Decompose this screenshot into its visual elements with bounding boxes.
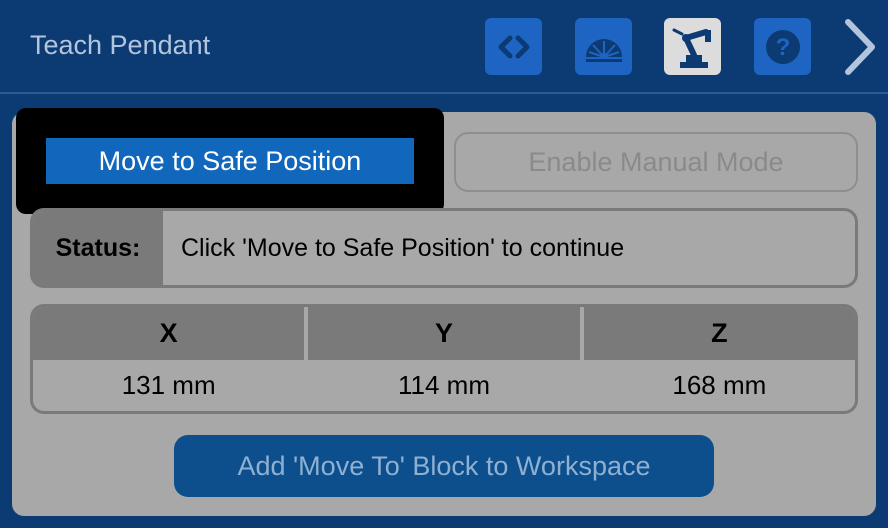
move-to-safe-position-button[interactable]: Move to Safe Position xyxy=(46,138,414,184)
coord-value: 131 mm xyxy=(121,370,216,400)
enable-manual-mode-button[interactable]: Enable Manual Mode xyxy=(454,132,858,192)
chevron-right-icon[interactable] xyxy=(838,16,882,78)
coord-column-x: X 131 mm xyxy=(33,307,309,411)
coord-header: X xyxy=(33,307,305,360)
status-bar: Status: Click 'Move to Safe Position' to… xyxy=(30,208,858,288)
coord-column-z: Z 168 mm xyxy=(583,307,855,411)
help-button[interactable]: ? xyxy=(754,18,811,75)
app-header: Teach Pendant ? xyxy=(0,0,888,94)
add-move-to-block-button[interactable]: Add 'Move To' Block to Workspace xyxy=(174,435,714,497)
coord-column-y: Y 114 mm xyxy=(308,307,584,411)
coord-header: Y xyxy=(308,307,580,360)
svg-text:?: ? xyxy=(775,34,790,61)
help-icon: ? xyxy=(765,29,800,64)
status-message: Click 'Move to Safe Position' to continu… xyxy=(181,233,625,262)
speed-button[interactable] xyxy=(575,18,632,75)
code-view-button[interactable] xyxy=(485,18,542,75)
coord-value: 168 mm xyxy=(672,370,767,400)
app-title: Teach Pendant xyxy=(30,30,211,60)
coord-header: Z xyxy=(583,307,855,360)
speed-gauge-icon xyxy=(585,38,622,62)
coord-value: 114 mm xyxy=(397,370,490,400)
robot-arm-button[interactable] xyxy=(664,18,721,75)
status-label: Status: xyxy=(33,211,163,285)
robot-arm-icon xyxy=(672,28,711,68)
code-icon xyxy=(498,35,529,58)
coordinates-table: X 131 mm Y 114 mm Z 168 mm xyxy=(30,304,858,414)
